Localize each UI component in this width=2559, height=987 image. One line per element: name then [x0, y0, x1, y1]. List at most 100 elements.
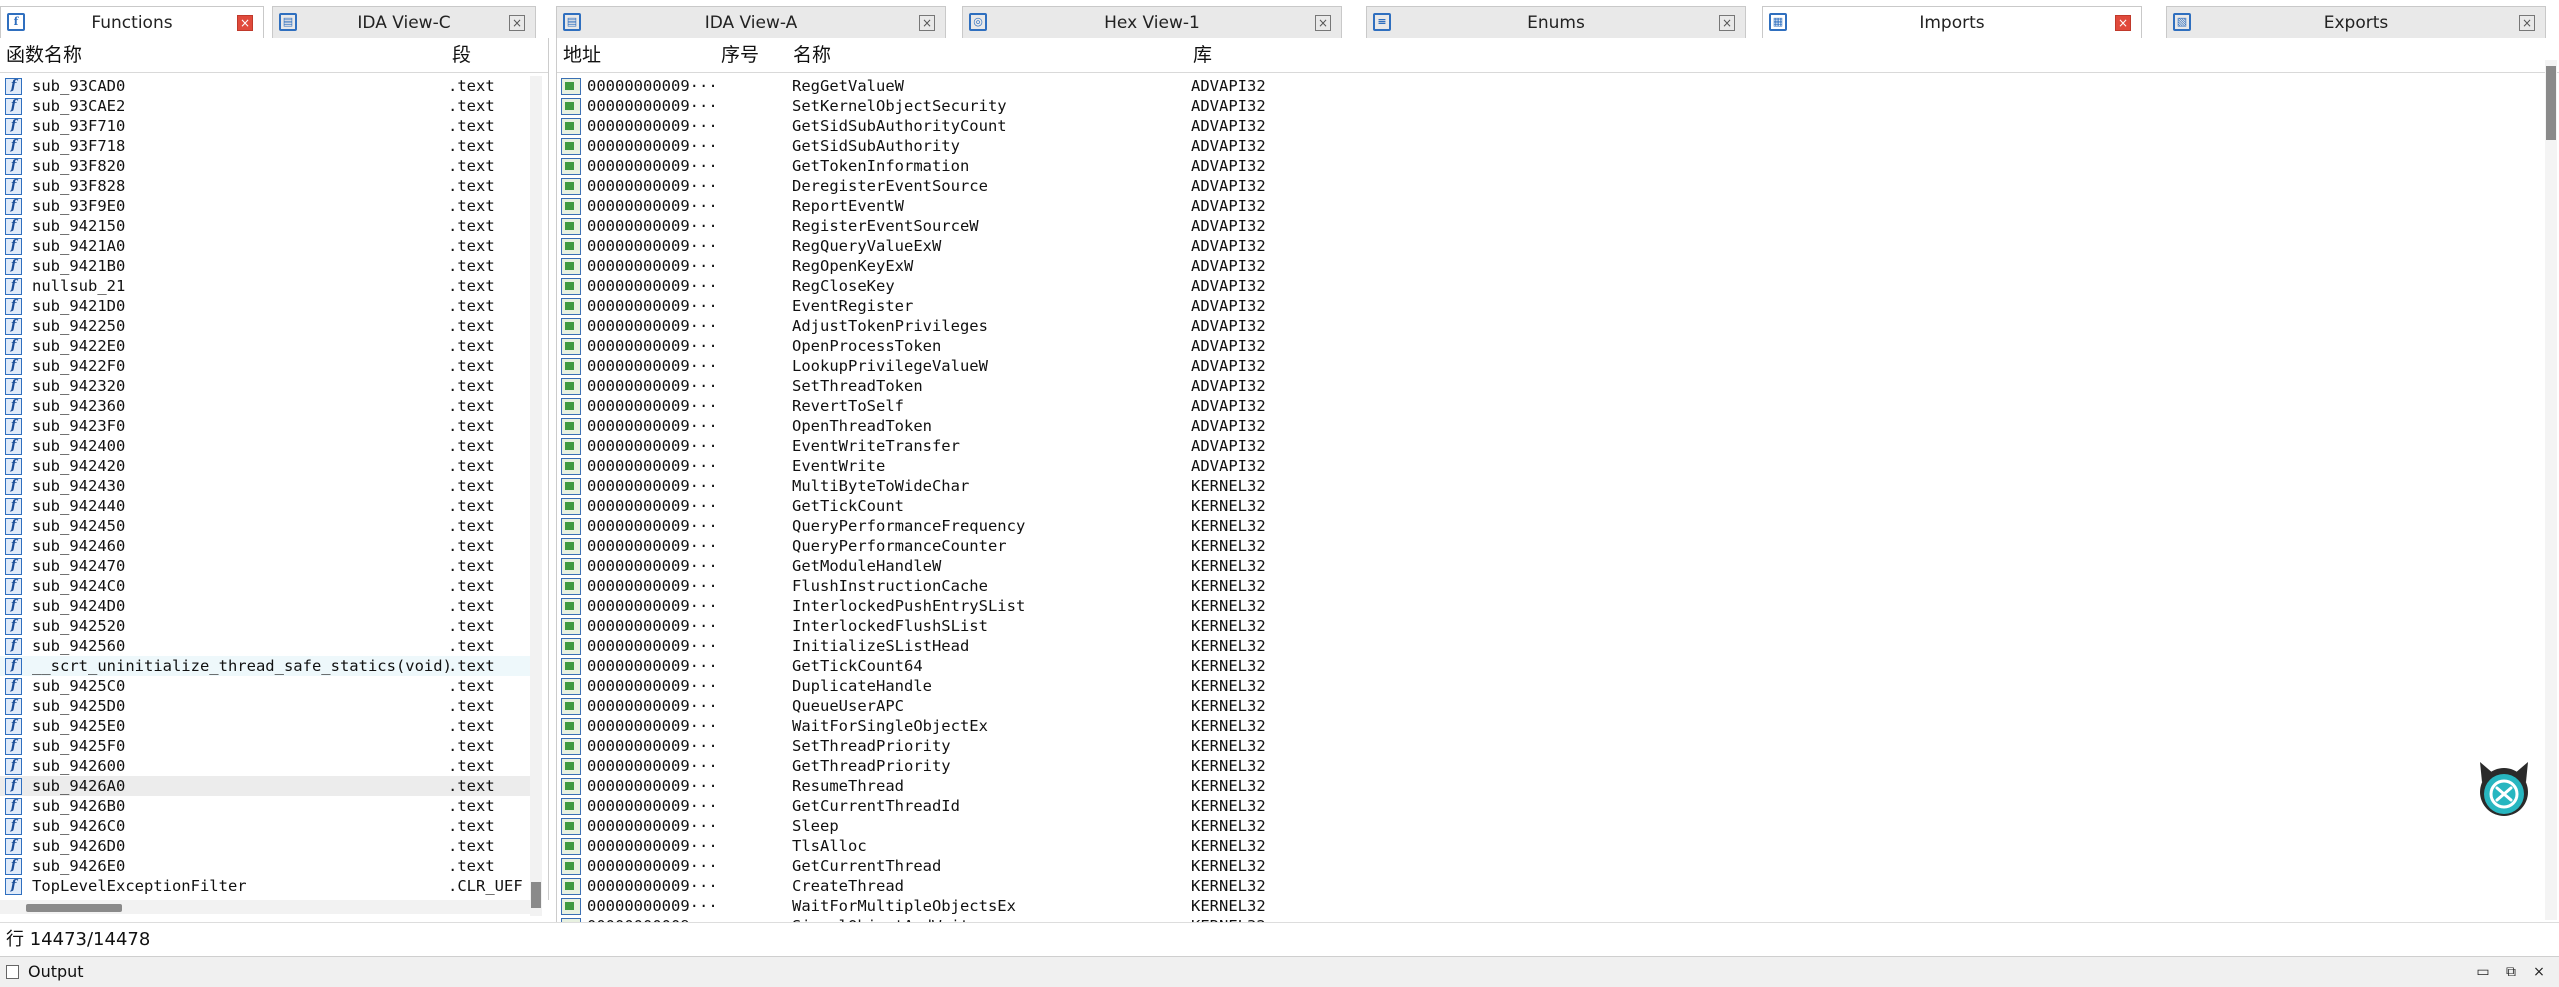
function-row[interactable]: f sub_9421B0 .text — [0, 256, 530, 276]
function-row[interactable]: f nullsub_21 .text — [0, 276, 530, 296]
function-row[interactable]: f sub_942250 .text — [0, 316, 530, 336]
functions-scroll-thumb[interactable] — [531, 882, 541, 908]
function-row[interactable]: f sub_942600 .text — [0, 756, 530, 776]
functions-hscroll-thumb[interactable] — [26, 904, 122, 912]
function-row[interactable]: f sub_9425E0 .text — [0, 716, 530, 736]
function-row[interactable]: f sub_942470 .text — [0, 556, 530, 576]
close-icon[interactable]: × — [1315, 15, 1331, 31]
function-row[interactable]: f sub_9426C0 .text — [0, 816, 530, 836]
close-icon[interactable]: × — [1719, 15, 1735, 31]
column-header-ordinal[interactable]: 序号 — [721, 38, 759, 72]
function-row[interactable]: f sub_9426B0 .text — [0, 796, 530, 816]
column-header-address[interactable]: 地址 — [563, 38, 601, 72]
function-row[interactable]: f sub_9424D0 .text — [0, 596, 530, 616]
import-row[interactable]: 00000000009··· ResumeThread KERNEL32 — [557, 776, 2557, 796]
column-header-name[interactable]: 名称 — [793, 38, 831, 72]
import-row[interactable]: 00000000009··· OpenProcessToken ADVAPI32 — [557, 336, 2557, 356]
function-row[interactable]: f sub_9424C0 .text — [0, 576, 530, 596]
import-row[interactable]: 00000000009··· InterlockedPushEntrySList K… — [557, 596, 2557, 616]
import-row[interactable]: 00000000009··· SetThreadPriority KERNEL32 — [557, 736, 2557, 756]
output-bar[interactable]: Output ▭ ⧉ × — [0, 956, 2559, 987]
import-row[interactable]: 00000000009··· GetModuleHandleW KERNEL32 — [557, 556, 2557, 576]
function-row[interactable]: f sub_942520 .text — [0, 616, 530, 636]
function-row[interactable]: f sub_942450 .text — [0, 516, 530, 536]
import-row[interactable]: 00000000009··· GetTickCount64 KERNEL32 — [557, 656, 2557, 676]
import-row[interactable]: 00000000009··· SetThreadToken ADVAPI32 — [557, 376, 2557, 396]
function-row[interactable]: f sub_9422E0 .text — [0, 336, 530, 356]
function-row[interactable]: f sub_93F718 .text — [0, 136, 530, 156]
import-row[interactable]: 00000000009··· GetCurrentThread KERNEL32 — [557, 856, 2557, 876]
function-row[interactable]: f sub_942400 .text — [0, 436, 530, 456]
import-row[interactable]: 00000000009··· RegOpenKeyExW ADVAPI32 — [557, 256, 2557, 276]
function-row[interactable]: f sub_93CAD0 .text — [0, 76, 530, 96]
function-row[interactable]: f sub_9426E0 .text — [0, 856, 530, 876]
function-row[interactable]: f sub_9425F0 .text — [0, 736, 530, 756]
import-row[interactable]: 00000000009··· InitializeSListHead KERNEL3… — [557, 636, 2557, 656]
import-row[interactable]: 00000000009··· WaitForMultipleObjectsEx KE… — [557, 896, 2557, 916]
function-row[interactable]: f sub_942560 .text — [0, 636, 530, 656]
functions-vertical-scrollbar[interactable] — [530, 76, 542, 916]
tab-enums[interactable]: ≡ Enums × — [1366, 6, 1746, 38]
function-row[interactable]: f sub_9425C0 .text — [0, 676, 530, 696]
import-row[interactable]: 00000000009··· MultiByteToWideChar KERNEL3… — [557, 476, 2557, 496]
tab-hex-view-1[interactable]: ◎ Hex View-1 × — [962, 6, 1342, 38]
tab-ida-view-a[interactable]: ▤ IDA View-A × — [556, 6, 946, 38]
import-row[interactable]: 00000000009··· DeregisterEventSource ADVAP… — [557, 176, 2557, 196]
column-header-library[interactable]: 库 — [1193, 38, 1212, 72]
import-row[interactable]: 00000000009··· ReportEventW ADVAPI32 — [557, 196, 2557, 216]
import-row[interactable]: 00000000009··· GetSidSubAuthorityCount ADV… — [557, 116, 2557, 136]
tab-ida-view-c[interactable]: ▤ IDA View-C × — [272, 6, 536, 38]
close-icon[interactable]: × — [509, 15, 525, 31]
function-row[interactable]: f sub_942360 .text — [0, 396, 530, 416]
function-row[interactable]: f sub_942440 .text — [0, 496, 530, 516]
function-row[interactable]: f sub_9423F0 .text — [0, 416, 530, 436]
import-row[interactable]: 00000000009··· FlushInstructionCache KERNE… — [557, 576, 2557, 596]
function-row[interactable]: f sub_93CAE2 .text — [0, 96, 530, 116]
import-row[interactable]: 00000000009··· EventRegister ADVAPI32 — [557, 296, 2557, 316]
function-row[interactable]: f sub_93F828 .text — [0, 176, 530, 196]
close-icon[interactable]: × — [2115, 15, 2131, 31]
import-row[interactable]: 00000000009··· InterlockedFlushSList KERNE… — [557, 616, 2557, 636]
import-row[interactable]: 00000000009··· DuplicateHandle KERNEL32 — [557, 676, 2557, 696]
function-row[interactable]: f sub_9421A0 .text — [0, 236, 530, 256]
restore-window-icon[interactable]: ▭ — [2474, 963, 2492, 981]
function-row[interactable]: f sub_9426D0 .text — [0, 836, 530, 856]
import-row[interactable]: 00000000009··· Sleep KERNEL32 — [557, 816, 2557, 836]
import-row[interactable]: 00000000009··· GetSidSubAuthority ADVAPI32 — [557, 136, 2557, 156]
close-icon[interactable]: × — [2519, 15, 2535, 31]
import-row[interactable]: 00000000009··· QueryPerformanceCounter KER… — [557, 536, 2557, 556]
import-row[interactable]: 00000000009··· EventWrite ADVAPI32 — [557, 456, 2557, 476]
import-row[interactable]: 00000000009··· WaitForSingleObjectEx KERNE… — [557, 716, 2557, 736]
function-row[interactable]: f sub_9422F0 .text — [0, 356, 530, 376]
imports-vertical-scrollbar[interactable] — [2545, 60, 2557, 920]
column-header-segment[interactable]: 段 — [452, 38, 471, 72]
import-row[interactable]: 00000000009··· RevertToSelf ADVAPI32 — [557, 396, 2557, 416]
import-row[interactable]: 00000000009··· GetThreadPriority KERNEL32 — [557, 756, 2557, 776]
function-row[interactable]: f sub_93F710 .text — [0, 116, 530, 136]
imports-scroll-thumb[interactable] — [2546, 66, 2556, 140]
import-row[interactable]: 00000000009··· LookupPrivilegeValueW ADVAP… — [557, 356, 2557, 376]
import-row[interactable]: 00000000009··· AdjustTokenPrivileges ADVAP… — [557, 316, 2557, 336]
function-row[interactable]: f sub_942420 .text — [0, 456, 530, 476]
import-row[interactable]: 00000000009··· RegCloseKey ADVAPI32 — [557, 276, 2557, 296]
float-window-icon[interactable]: ⧉ — [2502, 963, 2520, 981]
import-row[interactable]: 00000000009··· RegGetValueW ADVAPI32 — [557, 76, 2557, 96]
import-row[interactable]: 00000000009··· CreateThread KERNEL32 — [557, 876, 2557, 896]
tab-imports[interactable]: ▦ Imports × — [1762, 6, 2142, 38]
function-row[interactable]: f sub_93F820 .text — [0, 156, 530, 176]
import-row[interactable]: 00000000009··· EventWriteTransfer ADVAPI32 — [557, 436, 2557, 456]
import-row[interactable]: 00000000009··· OpenThreadToken ADVAPI32 — [557, 416, 2557, 436]
function-row[interactable]: f __scrt_uninitialize_thread_safe_statics… — [0, 656, 530, 676]
function-row[interactable]: f sub_9421D0 .text — [0, 296, 530, 316]
tab-exports[interactable]: ▧ Exports × — [2166, 6, 2546, 38]
function-row[interactable]: f sub_9426A0 .text — [0, 776, 530, 796]
import-row[interactable]: 00000000009··· RegisterEventSourceW ADVAPI… — [557, 216, 2557, 236]
function-row[interactable]: f sub_9425D0 .text — [0, 696, 530, 716]
import-row[interactable]: 00000000009··· RegQueryValueExW ADVAPI32 — [557, 236, 2557, 256]
function-row[interactable]: f sub_942150 .text — [0, 216, 530, 236]
import-row[interactable]: 00000000009··· TlsAlloc KERNEL32 — [557, 836, 2557, 856]
function-row[interactable]: f sub_942460 .text — [0, 536, 530, 556]
import-row[interactable]: 00000000009··· GetTokenInformation ADVAPI3… — [557, 156, 2557, 176]
import-row[interactable]: 00000000009··· SetKernelObjectSecurity ADV… — [557, 96, 2557, 116]
close-icon[interactable]: × — [237, 15, 253, 31]
